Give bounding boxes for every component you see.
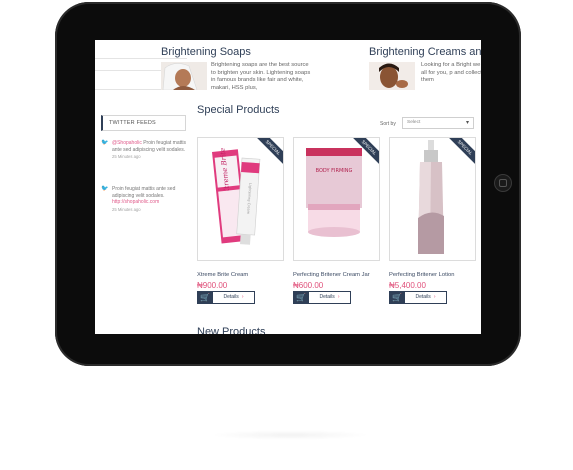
details-label: Details xyxy=(415,294,431,300)
twitter-bird-icon: 🐦 xyxy=(101,140,109,146)
details-label: Details xyxy=(223,294,239,300)
product-name[interactable]: Xtreme Brite Cream xyxy=(197,272,248,278)
add-to-cart-button[interactable]: 🛒 xyxy=(197,291,212,304)
product-image[interactable] xyxy=(390,138,476,260)
special-products-title: Special Products xyxy=(197,104,280,116)
chevron-down-icon: ▾ xyxy=(465,120,469,126)
product-card[interactable]: SPECIAL BODY FIRMING xyxy=(293,137,380,261)
cart-icon: 🛒 xyxy=(200,293,210,302)
new-products-title: New Products xyxy=(197,326,266,334)
tweet-time: 25 Minutes ago xyxy=(112,154,141,159)
sort-by-label: Sort by xyxy=(380,121,396,127)
cart-icon: 🛒 xyxy=(296,293,306,302)
category-thumbnail-soaps[interactable] xyxy=(161,62,207,90)
details-button[interactable]: Details › xyxy=(212,291,255,304)
chevron-right-icon: › xyxy=(433,294,436,300)
category-title-creams[interactable]: Brightening Creams and G xyxy=(369,46,481,58)
category-title-soaps[interactable]: Brightening Soaps xyxy=(161,46,251,58)
category-description-soaps: Brightening soaps are the best source to… xyxy=(211,62,311,91)
add-to-cart-button[interactable]: 🛒 xyxy=(389,291,404,304)
product-price: ₦600.00 xyxy=(293,281,324,290)
product-name[interactable]: Perfecting Britener Cream Jar xyxy=(293,272,370,278)
twitter-feeds-heading: TWITTER FEEDS xyxy=(101,115,186,131)
category-description-creams: Looking for a Bright we got all for you,… xyxy=(421,62,481,83)
cart-icon: 🛒 xyxy=(392,293,402,302)
details-label: Details xyxy=(319,294,335,300)
sort-select[interactable]: Select ▾ xyxy=(402,117,474,129)
chevron-right-icon: › xyxy=(241,294,244,300)
box-text: BODY FIRMING xyxy=(316,168,353,174)
product-image[interactable]: BODY FIRMING xyxy=(294,138,380,260)
sidebar-divider xyxy=(95,58,187,59)
details-button[interactable]: Details › xyxy=(404,291,447,304)
details-button[interactable]: Details › xyxy=(308,291,351,304)
twitter-bird-icon: 🐦 xyxy=(101,186,109,192)
tweet-text: Proin feugiat mattis ante sed adipiscing… xyxy=(112,186,176,199)
category-thumbnail-creams[interactable] xyxy=(369,62,415,90)
add-to-cart-button[interactable]: 🛒 xyxy=(293,291,308,304)
product-image[interactable]: Xtreme Brite Lightening Cream xyxy=(198,138,284,260)
tweet-handle[interactable]: @Shopaholic xyxy=(112,140,142,146)
chevron-right-icon: › xyxy=(337,294,340,300)
product-card[interactable]: SPECIAL Xtreme Brite Lightening Cream xyxy=(197,137,284,261)
tweet-link[interactable]: http://shopaholic.com xyxy=(112,199,190,206)
browser-viewport: TWITTER FEEDS 🐦 @Shopaholic Proin feugia… xyxy=(95,40,481,334)
product-card[interactable]: SPECIAL xyxy=(389,137,476,261)
sort-select-value: Select xyxy=(407,120,421,125)
home-button[interactable] xyxy=(494,174,512,192)
tweet-time: 25 Minutes ago xyxy=(112,206,141,212)
product-price: ₦5,400.00 xyxy=(389,281,426,290)
product-price: ₦900.00 xyxy=(197,281,228,290)
product-name[interactable]: Perfecting Britener Lotion xyxy=(389,272,454,278)
tablet-reflection xyxy=(210,430,370,440)
